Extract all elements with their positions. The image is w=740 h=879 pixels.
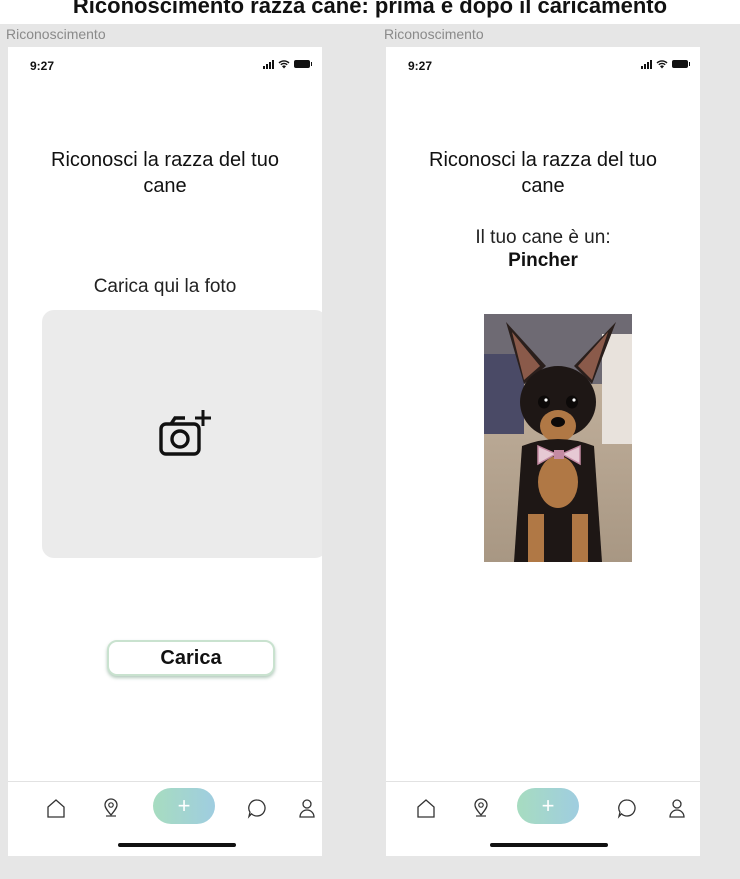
banner: Riconoscimento razza cane: prima e dopo … [0, 0, 740, 24]
add-button[interactable]: + [517, 788, 579, 824]
battery-icon [672, 60, 690, 68]
chat-icon[interactable] [246, 797, 268, 819]
signal-icon [263, 59, 274, 69]
wifi-icon [278, 60, 290, 69]
upload-button[interactable]: Carica [107, 640, 275, 676]
tab-bar: + [8, 781, 322, 856]
frame-label-left: Riconoscimento [6, 26, 106, 42]
status-time: 9:27 [30, 59, 55, 73]
phone-screen-upload: 9:27 Riconosci la razza del tuo cane Car… [8, 47, 322, 856]
page-title: Riconosci la razza del tuo cane [429, 149, 657, 197]
result-breed: Pincher [508, 250, 578, 271]
dog-photo [484, 314, 632, 562]
home-indicator [490, 843, 608, 847]
photo-upload-area[interactable] [42, 310, 322, 558]
status-time: 9:27 [408, 59, 433, 73]
phone-screen-result: 9:27 Riconosci la razza del tuo cane Il … [386, 47, 700, 856]
camera-add-icon [158, 410, 211, 456]
status-icons [641, 59, 690, 69]
chat-icon[interactable] [616, 797, 638, 819]
profile-icon[interactable] [296, 797, 318, 819]
signal-icon [641, 59, 652, 69]
banner-title: Riconoscimento razza cane: prima e dopo … [72, 0, 668, 18]
home-indicator [118, 843, 236, 847]
profile-icon[interactable] [666, 797, 688, 819]
upload-label: Carica qui la foto [93, 276, 237, 297]
tab-bar: + [386, 781, 700, 856]
frame-label-right: Riconoscimento [384, 26, 484, 42]
page-title: Riconosci la razza del tuo cane [51, 149, 279, 197]
map-pin-icon[interactable] [100, 797, 122, 819]
result-label: Il tuo cane è un: [475, 227, 611, 248]
battery-icon [294, 60, 312, 68]
map-pin-icon[interactable] [470, 797, 492, 819]
home-icon[interactable] [45, 797, 67, 819]
wifi-icon [656, 60, 668, 69]
add-button[interactable]: + [153, 788, 215, 824]
home-icon[interactable] [415, 797, 437, 819]
status-icons [263, 59, 312, 69]
